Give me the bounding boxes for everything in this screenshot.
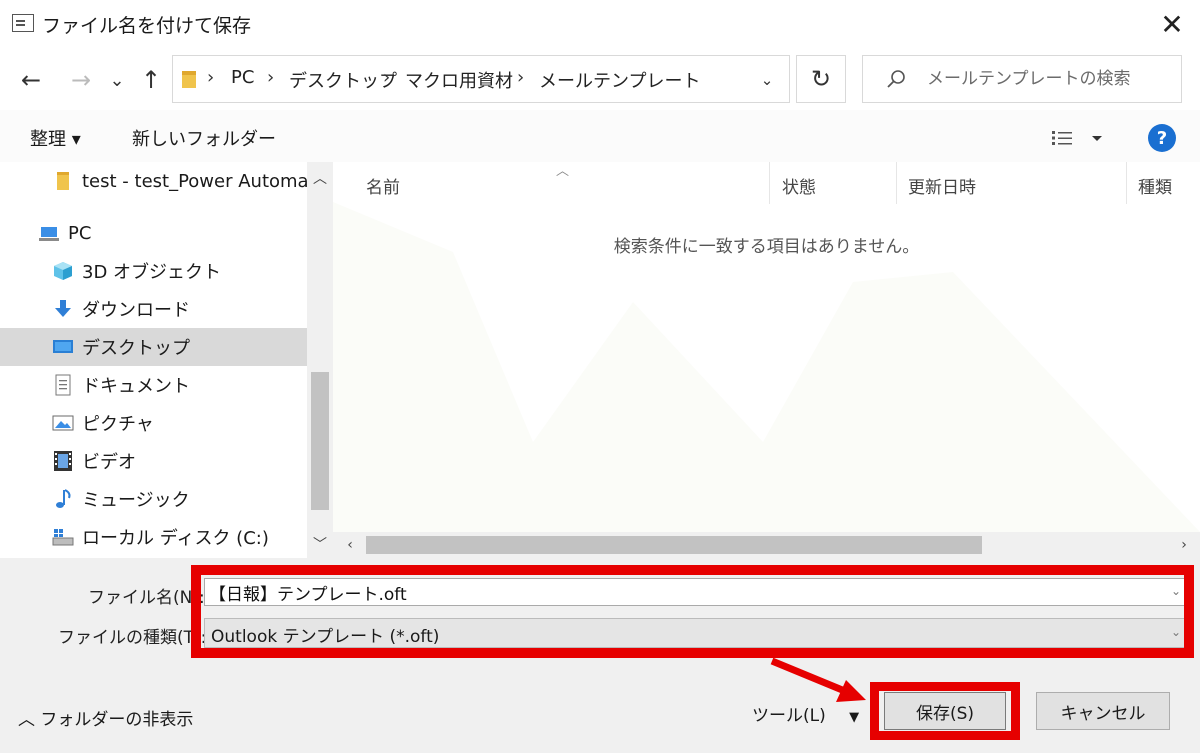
column-divider[interactable] (769, 162, 770, 204)
sort-ascending-icon: ︿ (556, 164, 570, 179)
address-dropdown-button[interactable]: ⌄ (755, 68, 779, 92)
pc-icon (38, 222, 60, 244)
tools-label: ツール(L) (752, 706, 826, 726)
sidebar-item-music[interactable]: ミュージック (0, 480, 307, 518)
search-input[interactable] (927, 66, 1167, 92)
hscrollbar-thumb[interactable] (366, 536, 982, 554)
scroll-down-icon[interactable]: ﹀ (307, 532, 333, 556)
sidebar-scrollbar-thumb[interactable] (311, 372, 329, 510)
tools-dropdown-icon: ▼ (849, 710, 860, 725)
tools-menu-button[interactable]: ツール(L) ▼ (752, 701, 859, 726)
filename-label: ファイル名(N): (88, 588, 205, 608)
recent-locations-button[interactable]: ⌄ (104, 62, 130, 98)
empty-folder-message: 検索条件に一致する項目はありません。 (613, 237, 920, 257)
breadcrumb-separator: › (517, 67, 525, 88)
dialog-window-icon (12, 14, 34, 32)
sidebar-item-pictures[interactable]: ピクチャ (0, 404, 307, 442)
column-divider[interactable] (896, 162, 897, 204)
sidebar-item-videos[interactable]: ビデオ (0, 442, 307, 480)
sidebar-item-3d-objects[interactable]: 3D オブジェクト (0, 252, 307, 290)
scroll-left-icon[interactable]: ‹ (338, 533, 362, 557)
cube-icon (52, 260, 74, 282)
scroll-up-icon[interactable]: ︿ (307, 166, 333, 190)
breadcrumb-separator: › (207, 67, 215, 88)
breadcrumb-separator: › (383, 67, 391, 88)
desktop-icon (52, 336, 74, 358)
sidebar-item-downloads[interactable]: ダウンロード (0, 290, 307, 328)
document-icon (52, 374, 74, 396)
up-button[interactable]: ↑ (134, 62, 168, 98)
breadcrumb-pc[interactable]: PC (231, 67, 254, 88)
scroll-right-icon[interactable]: › (1172, 533, 1196, 557)
disk-icon (52, 526, 74, 548)
sidebar-item-test-power-automate[interactable]: test - test_Power Automate (0, 162, 307, 200)
sidebar-item-pc[interactable]: PC (0, 214, 307, 252)
search-icon (885, 68, 907, 90)
highlight-box-save (870, 682, 1020, 740)
column-header-modified[interactable]: 更新日時 (908, 173, 976, 198)
refresh-button[interactable]: ↻ (796, 55, 846, 103)
folder-icon (52, 170, 74, 192)
help-button[interactable]: ? (1148, 124, 1176, 152)
column-header-status[interactable]: 状態 (782, 173, 816, 198)
address-bar[interactable]: › PC › デスクトップ › マクロ用資材 › メールテンプレート ⌄ (172, 55, 790, 103)
breadcrumb-mail-templates[interactable]: メールテンプレート (539, 67, 700, 93)
folder-icon (181, 68, 197, 90)
music-icon (52, 488, 74, 510)
picture-icon (52, 412, 74, 434)
sidebar-item-documents[interactable]: ドキュメント (0, 366, 307, 404)
file-list[interactable] (333, 162, 1200, 532)
column-header-type[interactable]: 種類 (1138, 173, 1172, 198)
back-button[interactable]: ← (14, 62, 48, 98)
hide-folders-button[interactable]: ︿ フォルダーの非表示 (18, 705, 193, 730)
dialog-title: ファイル名を付けて保存 (42, 15, 252, 37)
change-view-button[interactable] (1050, 124, 1110, 152)
organize-menu-button[interactable]: 整理 ▾ (30, 125, 81, 151)
breadcrumb-macro-materials[interactable]: マクロ用資材 (405, 67, 513, 93)
cancel-button[interactable]: キャンセル (1036, 692, 1170, 730)
sidebar-item-local-disk-c[interactable]: ローカル ディスク (C:) (0, 518, 307, 556)
breadcrumb-desktop[interactable]: デスクトップ (289, 67, 397, 93)
download-icon (52, 298, 74, 320)
highlight-box-fields (191, 565, 1194, 658)
view-list-icon (1052, 131, 1102, 145)
breadcrumb-separator: › (267, 67, 275, 88)
navigation-pane: test - test_Power Automate PC 3D オブジェクト … (0, 162, 307, 558)
sidebar-item-desktop[interactable]: デスクトップ (0, 328, 307, 366)
filetype-label: ファイルの種類(T): (58, 628, 207, 648)
column-divider[interactable] (1126, 162, 1127, 204)
close-button[interactable]: ✕ (1150, 6, 1194, 42)
search-box[interactable] (862, 55, 1182, 103)
background-watermark (333, 202, 1200, 532)
new-folder-button[interactable]: 新しいフォルダー (132, 125, 276, 151)
video-icon (52, 450, 74, 472)
column-header-name[interactable]: 名前 (366, 173, 400, 198)
forward-button[interactable]: → (64, 62, 98, 98)
